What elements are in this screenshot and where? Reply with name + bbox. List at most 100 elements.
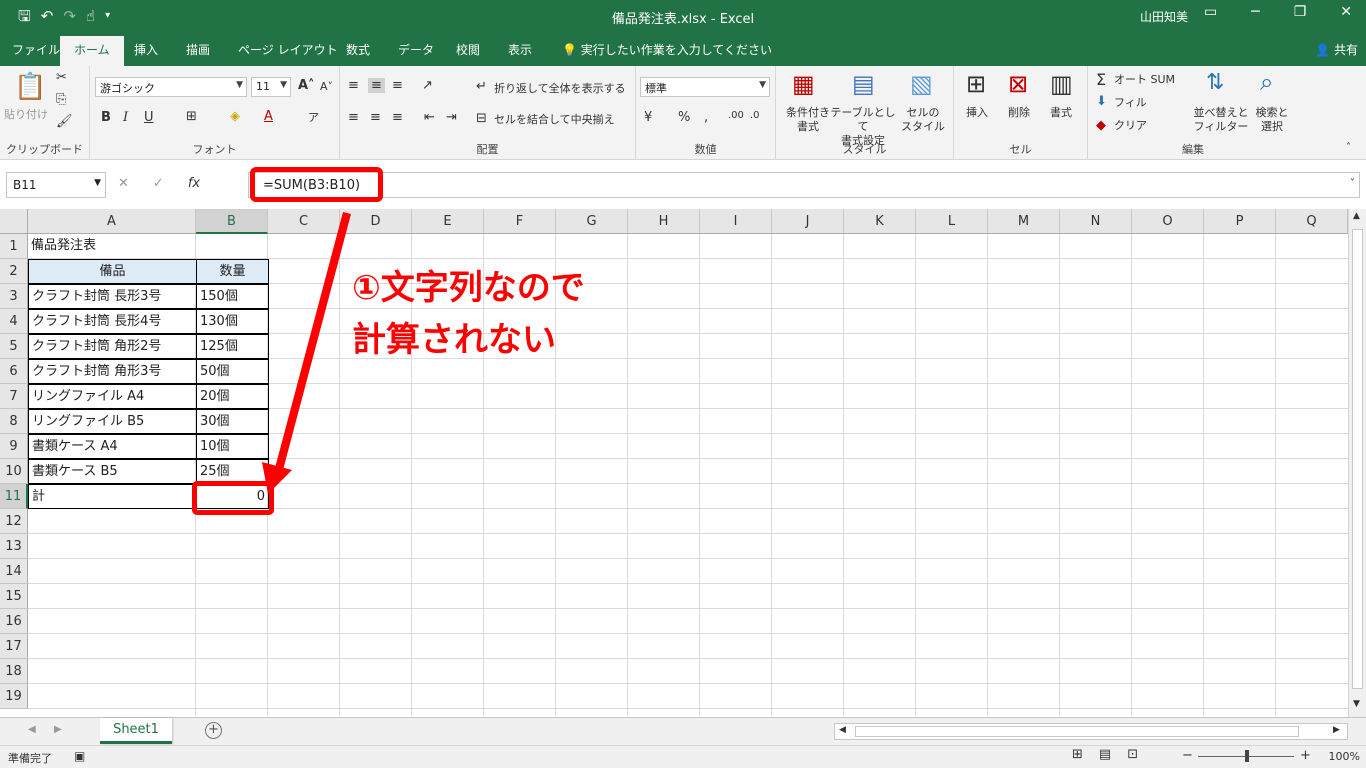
copy-icon[interactable]: ⎘ bbox=[56, 92, 66, 107]
cell-a3-item[interactable]: クラフト封筒 長形3号 bbox=[28, 284, 197, 309]
delete-cells-button[interactable]: 削除 bbox=[1008, 106, 1030, 120]
tell-me-box[interactable]: 💡 実行したい作業を入力してください bbox=[562, 41, 772, 58]
insert-function-icon[interactable]: fx bbox=[188, 176, 200, 191]
cell-b9-qty[interactable]: 10個 bbox=[196, 434, 269, 459]
underline-icon[interactable]: U bbox=[144, 110, 154, 125]
row-header-19[interactable]: 19 bbox=[0, 684, 28, 709]
column-header-m[interactable]: M bbox=[988, 209, 1060, 234]
column-header-f[interactable]: F bbox=[484, 209, 556, 234]
cell-b3-qty[interactable]: 150個 bbox=[196, 284, 269, 309]
grow-font-icon[interactable]: A˄ bbox=[298, 78, 315, 93]
page-break-view-icon[interactable]: ⊡ bbox=[1127, 747, 1138, 762]
row-header-3[interactable]: 3 bbox=[0, 284, 28, 309]
tab-insert[interactable]: 挿入 bbox=[134, 41, 158, 58]
sort-filter-button[interactable]: 並べ替えと フィルター bbox=[1192, 106, 1250, 134]
horizontal-scrollbar[interactable]: ◀ ▶ bbox=[834, 723, 1348, 740]
cell-a9-item[interactable]: 書類ケース A4 bbox=[28, 434, 197, 459]
normal-view-icon[interactable]: ⊞ bbox=[1072, 747, 1083, 762]
percent-icon[interactable]: % bbox=[678, 110, 690, 125]
cell-a7-item[interactable]: リングファイル A4 bbox=[28, 384, 197, 409]
collapse-ribbon-icon[interactable]: ˄ bbox=[1346, 142, 1351, 153]
italic-icon[interactable]: I bbox=[123, 110, 128, 125]
tab-data[interactable]: データ bbox=[398, 41, 434, 58]
align-left-icon[interactable]: ≡ bbox=[348, 110, 359, 125]
align-right-icon[interactable]: ≡ bbox=[392, 110, 403, 125]
column-header-c[interactable]: C bbox=[268, 209, 340, 234]
zoom-in-icon[interactable]: + bbox=[1300, 748, 1311, 763]
column-header-o[interactable]: O bbox=[1132, 209, 1204, 234]
shrink-font-icon[interactable]: A˅ bbox=[320, 80, 333, 93]
column-header-a[interactable]: A bbox=[28, 209, 196, 234]
find-select-button[interactable]: 検索と 選択 bbox=[1250, 106, 1294, 134]
close-icon[interactable]: ✕ bbox=[1340, 4, 1352, 20]
insert-cells-button[interactable]: 挿入 bbox=[966, 106, 988, 120]
row-header-1[interactable]: 1 bbox=[0, 234, 28, 259]
fill-color-icon[interactable]: ◈ bbox=[230, 109, 240, 124]
scroll-down-icon[interactable]: ▼ bbox=[1353, 699, 1360, 709]
row-header-5[interactable]: 5 bbox=[0, 334, 28, 359]
format-cells-button[interactable]: 書式 bbox=[1050, 106, 1072, 120]
select-all-corner[interactable] bbox=[0, 209, 28, 234]
font-size-box[interactable]: 11 ▼ bbox=[251, 77, 291, 97]
fill-button[interactable]: フィル bbox=[1114, 96, 1147, 110]
format-painter-icon[interactable]: 🖌 bbox=[56, 114, 73, 129]
restore-icon[interactable]: ❐ bbox=[1294, 4, 1307, 20]
macro-record-icon[interactable]: ▣ bbox=[74, 749, 85, 763]
bold-icon[interactable]: B bbox=[101, 110, 111, 125]
column-header-p[interactable]: P bbox=[1204, 209, 1276, 234]
cell-a10-item[interactable]: 書類ケース B5 bbox=[28, 459, 197, 484]
row-header-10[interactable]: 10 bbox=[0, 459, 28, 484]
user-name[interactable]: 山田知美 bbox=[1140, 8, 1188, 25]
cell-b2-header-qty[interactable]: 数量 bbox=[196, 259, 269, 284]
row-header-9[interactable]: 9 bbox=[0, 434, 28, 459]
tab-draw[interactable]: 描画 bbox=[186, 41, 210, 58]
worksheet-grid[interactable]: A B C D E F G H I J K L M N O P Q 1 2 3 … bbox=[0, 209, 1348, 715]
clear-button[interactable]: クリア bbox=[1114, 119, 1147, 133]
tab-review[interactable]: 校閲 bbox=[456, 41, 480, 58]
tab-formulas[interactable]: 数式 bbox=[346, 41, 370, 58]
ribbon-display-icon[interactable]: ▭ bbox=[1204, 4, 1217, 20]
vertical-scrollbar[interactable]: ▲ ▼ bbox=[1348, 209, 1366, 717]
next-sheet-icon[interactable]: ▶ bbox=[54, 724, 62, 735]
column-header-q[interactable]: Q bbox=[1276, 209, 1348, 234]
borders-icon[interactable]: ⊞ bbox=[186, 109, 197, 124]
scroll-right-icon[interactable]: ▶ bbox=[1333, 725, 1340, 735]
cell-a2-header-item[interactable]: 備品 bbox=[28, 259, 197, 284]
cell-a4-item[interactable]: クラフト封筒 長形4号 bbox=[28, 309, 197, 334]
tab-page-layout[interactable]: ページ レイアウト bbox=[238, 41, 338, 58]
add-sheet-icon[interactable]: + bbox=[205, 722, 222, 739]
number-format-box[interactable]: 標準 ▼ bbox=[640, 77, 770, 97]
increase-decimal-icon[interactable]: .00 bbox=[728, 110, 744, 121]
cell-a5-item[interactable]: クラフト封筒 角形2号 bbox=[28, 334, 197, 359]
formula-input[interactable]: =SUM(B3:B10) ˅ bbox=[248, 172, 1360, 198]
cell-b6-qty[interactable]: 50個 bbox=[196, 359, 269, 384]
zoom-level[interactable]: 100% bbox=[1329, 750, 1360, 763]
scroll-up-icon[interactable]: ▲ bbox=[1353, 211, 1360, 221]
scroll-left-icon[interactable]: ◀ bbox=[839, 725, 846, 735]
zoom-out-icon[interactable]: − bbox=[1182, 748, 1193, 763]
font-color-icon[interactable]: A bbox=[264, 109, 273, 124]
font-name-box[interactable]: 游ゴシック ▼ bbox=[95, 77, 247, 97]
prev-sheet-icon[interactable]: ◀ bbox=[28, 724, 36, 735]
column-header-k[interactable]: K bbox=[844, 209, 916, 234]
currency-icon[interactable]: ¥ bbox=[644, 110, 652, 125]
minimize-icon[interactable]: ─ bbox=[1251, 4, 1259, 20]
column-header-j[interactable]: J bbox=[772, 209, 844, 234]
sheet-tab-sheet1[interactable]: Sheet1 bbox=[100, 718, 172, 744]
column-header-e[interactable]: E bbox=[412, 209, 484, 234]
conditional-formatting-button[interactable]: 条件付き 書式 bbox=[780, 106, 836, 134]
enter-icon[interactable]: ✓ bbox=[153, 176, 164, 191]
tab-file[interactable]: ファイル bbox=[12, 41, 60, 58]
wrap-text-button[interactable]: 折り返して全体を表示する bbox=[494, 82, 626, 96]
expand-formula-icon[interactable]: ˅ bbox=[1350, 178, 1355, 189]
cell-b5-qty[interactable]: 125個 bbox=[196, 334, 269, 359]
column-header-i[interactable]: I bbox=[700, 209, 772, 234]
cut-icon[interactable]: ✂ bbox=[56, 70, 67, 85]
horizontal-scroll-thumb[interactable] bbox=[855, 726, 1299, 737]
align-bottom-icon[interactable]: ≡ bbox=[392, 78, 403, 93]
cancel-icon[interactable]: ✕ bbox=[118, 176, 129, 191]
row-header-4[interactable]: 4 bbox=[0, 309, 28, 334]
row-header-12[interactable]: 12 bbox=[0, 509, 28, 534]
row-header-15[interactable]: 15 bbox=[0, 584, 28, 609]
align-center-icon[interactable]: ≡ bbox=[370, 110, 381, 125]
